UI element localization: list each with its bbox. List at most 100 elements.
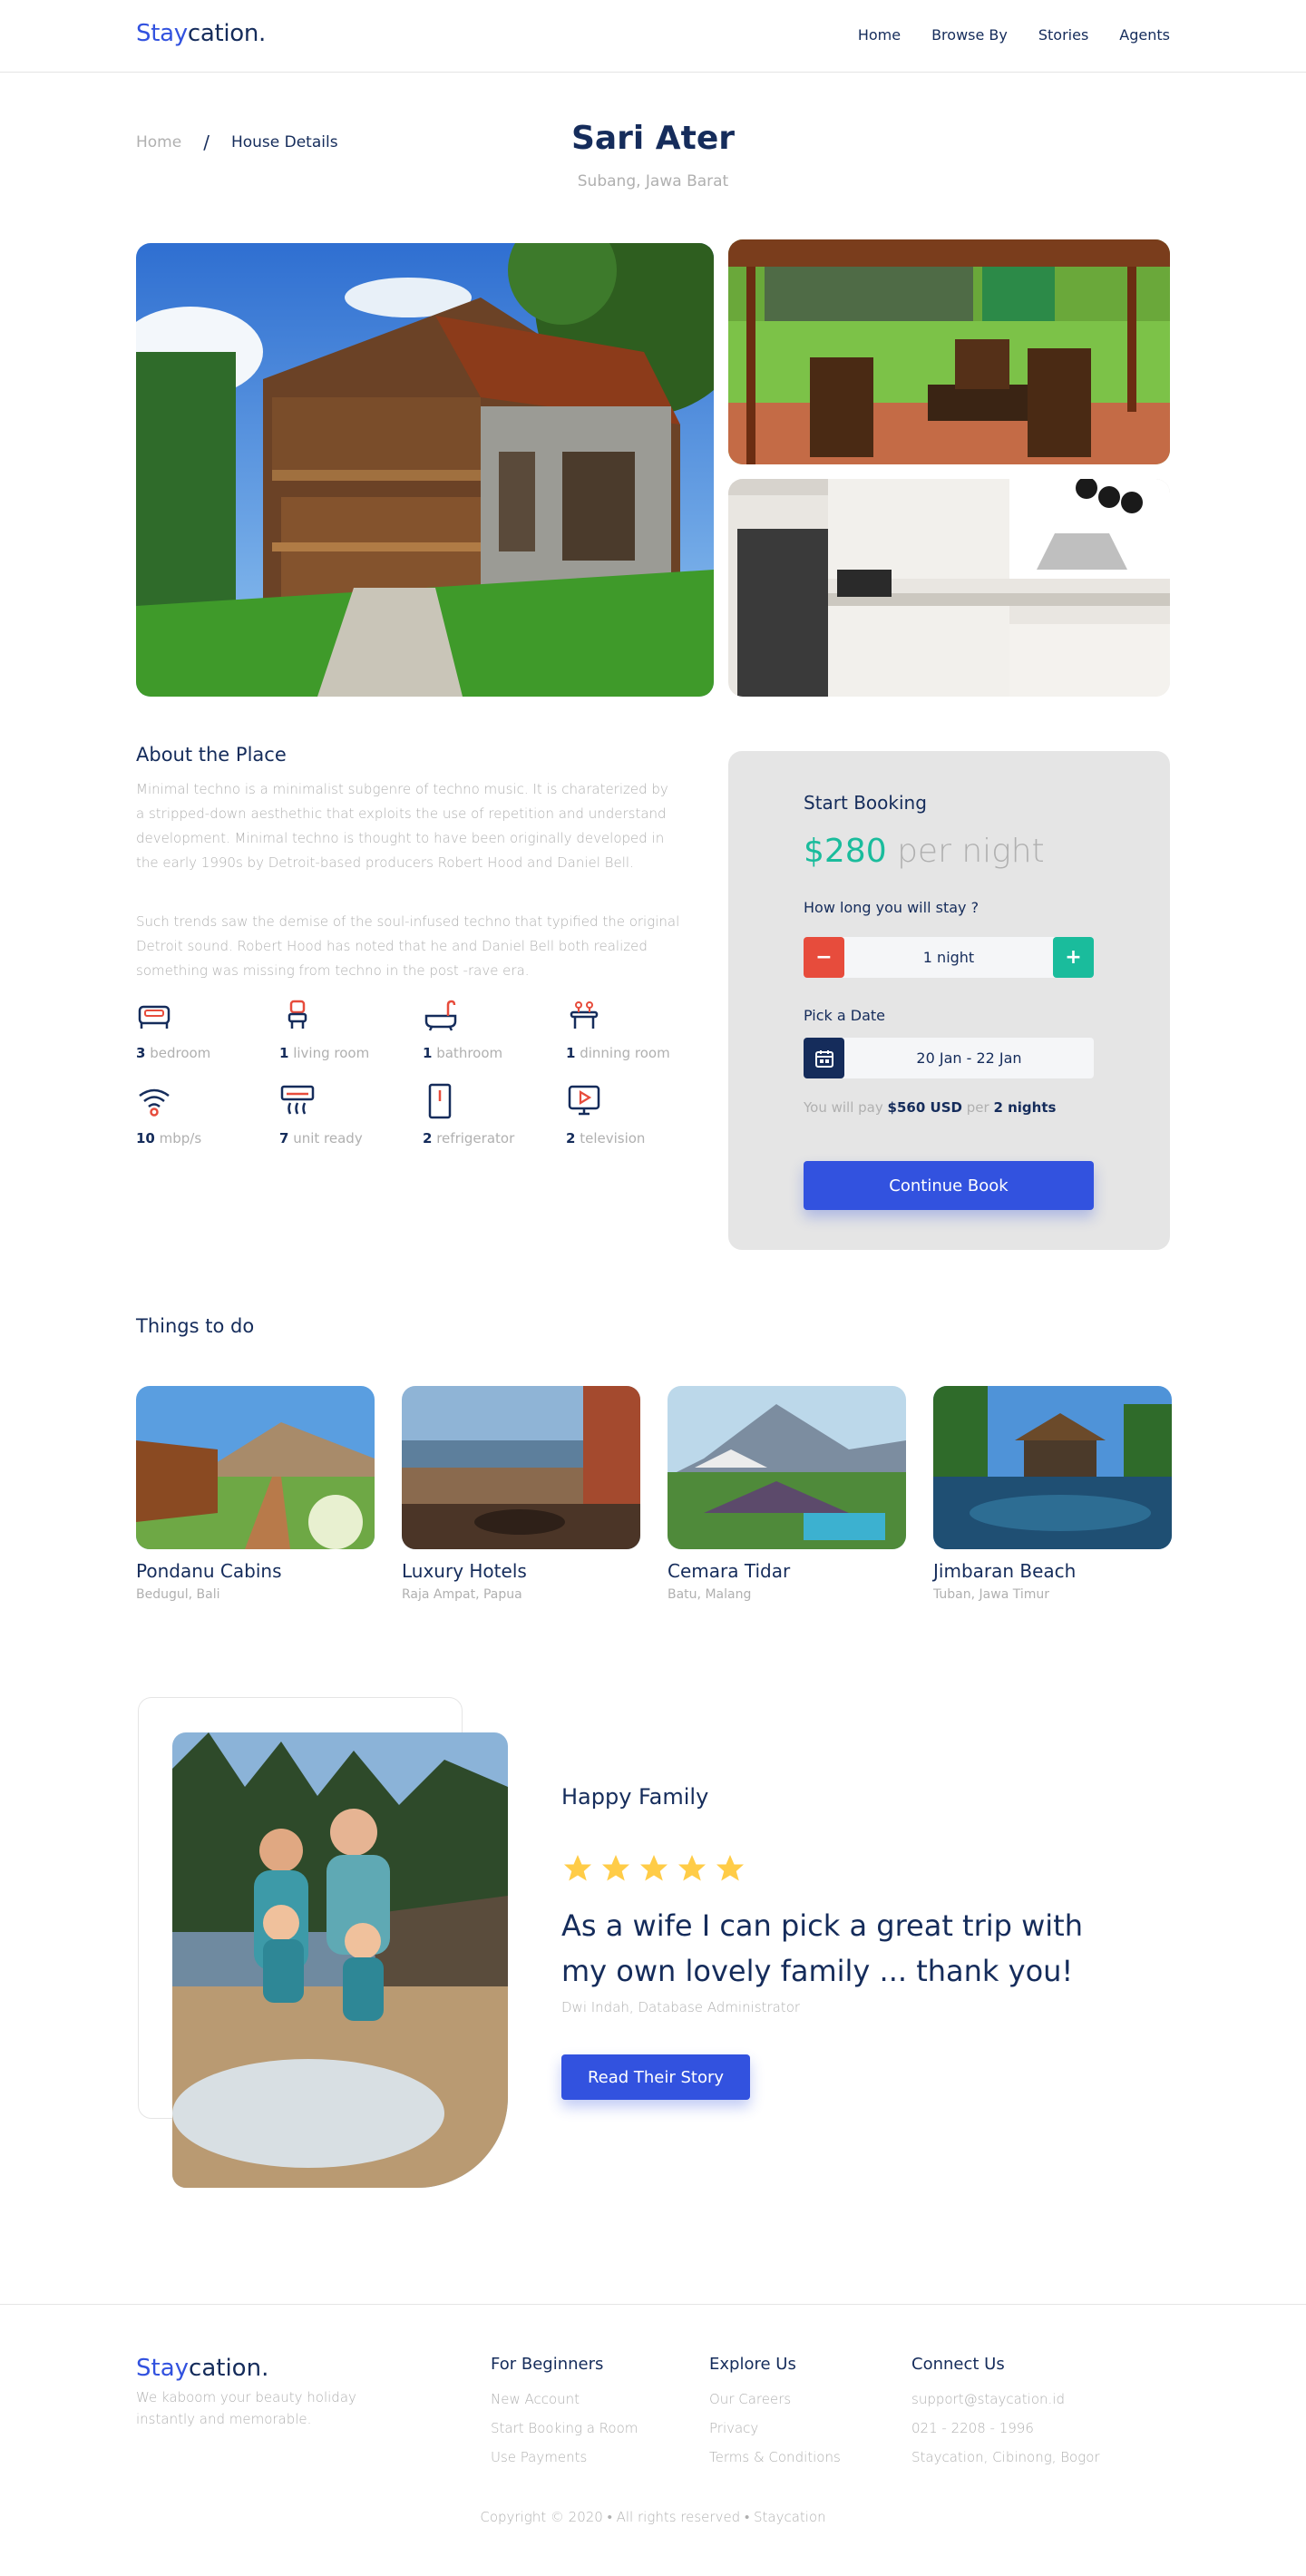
bed-icon [138, 1005, 171, 1029]
nav-stories[interactable]: Stories [1038, 26, 1088, 44]
wifi-icon [139, 1088, 170, 1117]
footer-brand-logo[interactable]: Staycation. [136, 2355, 268, 2382]
card-name[interactable]: Luxury Hotels [402, 1560, 640, 1582]
sofa-icon [288, 1000, 307, 1029]
feature-count: 2 [423, 1130, 433, 1147]
booking-total: You will pay $560 USD per 2 nights [804, 1099, 1056, 1116]
feature-living-room: 1 living room [279, 998, 424, 1061]
increase-nights-button[interactable]: + [1053, 937, 1094, 978]
dining-table-icon [570, 1001, 599, 1029]
things-card[interactable]: Luxury Hotels Raja Ampat, Papua [402, 1386, 640, 1602]
brand-logo-part2: cation. [187, 20, 267, 47]
footer-column-title: For Beginners [491, 2355, 604, 2374]
luxury-hotels-photo[interactable] [402, 1386, 640, 1549]
nav-home[interactable]: Home [858, 26, 901, 44]
date-picker[interactable]: 20 Jan - 22 Jan [804, 1038, 1094, 1078]
air-conditioner-icon [280, 1085, 315, 1115]
footer-column-title: Explore Us [709, 2355, 796, 2374]
total-prefix: You will pay [804, 1099, 883, 1116]
date-range-value[interactable]: 20 Jan - 22 Jan [844, 1038, 1094, 1078]
calendar-button[interactable] [804, 1038, 844, 1078]
testimonial-author: Dwi Indah, Database Administrator [561, 1999, 801, 2015]
nights-value[interactable]: 1 night [844, 937, 1053, 978]
about-paragraph-1: Minimal techno is a minimalist subgenre … [136, 781, 668, 871]
family-photo [172, 1732, 508, 2188]
feature-air-conditioner: 7 unit ready [279, 1083, 424, 1147]
feature-bedroom: 3 bedroom [136, 998, 281, 1061]
house-exterior-photo [136, 243, 714, 697]
brand-logo[interactable]: Staycation. [136, 20, 266, 47]
feature-count: 10 [136, 1130, 155, 1147]
television-icon [568, 1085, 600, 1116]
star-icon [602, 1855, 629, 1881]
feature-label: mbp/s [159, 1130, 202, 1147]
calendar-icon [814, 1049, 833, 1068]
price-amount: $280 [804, 833, 887, 870]
star-icon [716, 1855, 744, 1881]
feature-label: television [580, 1130, 646, 1147]
price-unit: per night [897, 833, 1045, 870]
footer-link[interactable]: Terms & Conditions [709, 2443, 841, 2472]
pondanu-cabins-photo[interactable] [136, 1386, 375, 1549]
footer-link[interactable]: Start Booking a Room [491, 2414, 638, 2443]
footer-brand-part1: Stay [136, 2355, 190, 2382]
property-location: Subang, Jawa Barat [577, 172, 729, 190]
nav-browse-by[interactable]: Browse By [931, 26, 1008, 44]
cemara-tidar-photo[interactable] [668, 1386, 906, 1549]
card-location: Batu, Malang [668, 1587, 752, 1602]
total-per: per [966, 1099, 989, 1116]
site-footer: Staycation. We kaboom your beauty holida… [0, 2304, 1306, 2576]
card-name[interactable]: Cemara Tidar [668, 1560, 906, 1582]
footer-phone[interactable]: 021 - 2208 - 1996 [911, 2414, 1100, 2443]
card-name[interactable]: Jimbaran Beach [933, 1560, 1172, 1582]
read-story-button[interactable]: Read Their Story [561, 2054, 750, 2100]
about-title: About the Place [136, 744, 287, 766]
feature-label: refrigerator [436, 1130, 515, 1147]
card-location: Raja Ampat, Papua [402, 1587, 522, 1602]
footer-tagline: We kaboom your beauty holiday instantly … [136, 2389, 356, 2427]
feature-count: 3 [136, 1045, 146, 1061]
feature-count: 7 [279, 1130, 289, 1147]
star-icon [640, 1855, 668, 1881]
footer-email-link[interactable]: support@staycation.id [911, 2385, 1100, 2414]
feature-wifi: 10 mbp/s [136, 1083, 281, 1147]
total-amount: $560 USD [887, 1099, 962, 1116]
things-card[interactable]: Pondanu Cabins Bedugul, Bali [136, 1386, 375, 1602]
card-name[interactable]: Pondanu Cabins [136, 1560, 375, 1582]
booking-card: Start Booking $280 per night How long yo… [728, 751, 1170, 1250]
feature-label: living room [293, 1045, 370, 1061]
brand-logo-part1: Stay [136, 20, 188, 47]
continue-book-button[interactable]: Continue Book [804, 1161, 1094, 1210]
testimonial-quote: As a wife I can pick a great trip with m… [561, 1908, 1083, 1988]
footer-column-title: Connect Us [911, 2355, 1005, 2374]
footer-column-connect: Connect Us support@staycation.id 021 - 2… [911, 2355, 1100, 2472]
things-card[interactable]: Cemara Tidar Batu, Malang [668, 1386, 906, 1602]
stay-duration-label: How long you will stay ? [804, 899, 980, 916]
main-nav: Home Browse By Stories Agents [858, 26, 1170, 44]
things-card[interactable]: Jimbaran Beach Tuban, Jawa Timur [933, 1386, 1172, 1602]
star-icon [564, 1855, 591, 1881]
refrigerator-icon [428, 1083, 452, 1119]
footer-link[interactable]: New Account [491, 2385, 638, 2414]
footer-link[interactable]: Use Payments [491, 2443, 638, 2472]
bathtub-icon [424, 1000, 457, 1031]
nav-agents[interactable]: Agents [1119, 26, 1170, 44]
footer-link[interactable]: Privacy [709, 2414, 841, 2443]
footer-brand-part2: cation. [189, 2355, 269, 2382]
feature-television: 2 television [566, 1083, 711, 1147]
dining-terrace-photo [728, 239, 1170, 464]
copyright: Copyright © 2020 • All rights reserved •… [480, 2509, 826, 2525]
card-location: Tuban, Jawa Timur [933, 1587, 1050, 1602]
feature-dining-room: 1 dinning room [566, 998, 711, 1061]
property-title: Sari Ater [570, 120, 736, 157]
testimonial-title: Happy Family [561, 1784, 709, 1810]
feature-count: 1 [566, 1045, 576, 1061]
feature-count: 1 [423, 1045, 433, 1061]
decrease-nights-button[interactable]: − [804, 937, 844, 978]
site-header: Staycation. Home Browse By Stories Agent… [0, 0, 1306, 73]
feature-count: 2 [566, 1130, 576, 1147]
footer-link[interactable]: Our Careers [709, 2385, 841, 2414]
jimbaran-beach-photo[interactable] [933, 1386, 1172, 1549]
about-paragraph-2: Such trends saw the demise of the soul-i… [136, 913, 680, 979]
kitchen-photo [728, 479, 1170, 697]
